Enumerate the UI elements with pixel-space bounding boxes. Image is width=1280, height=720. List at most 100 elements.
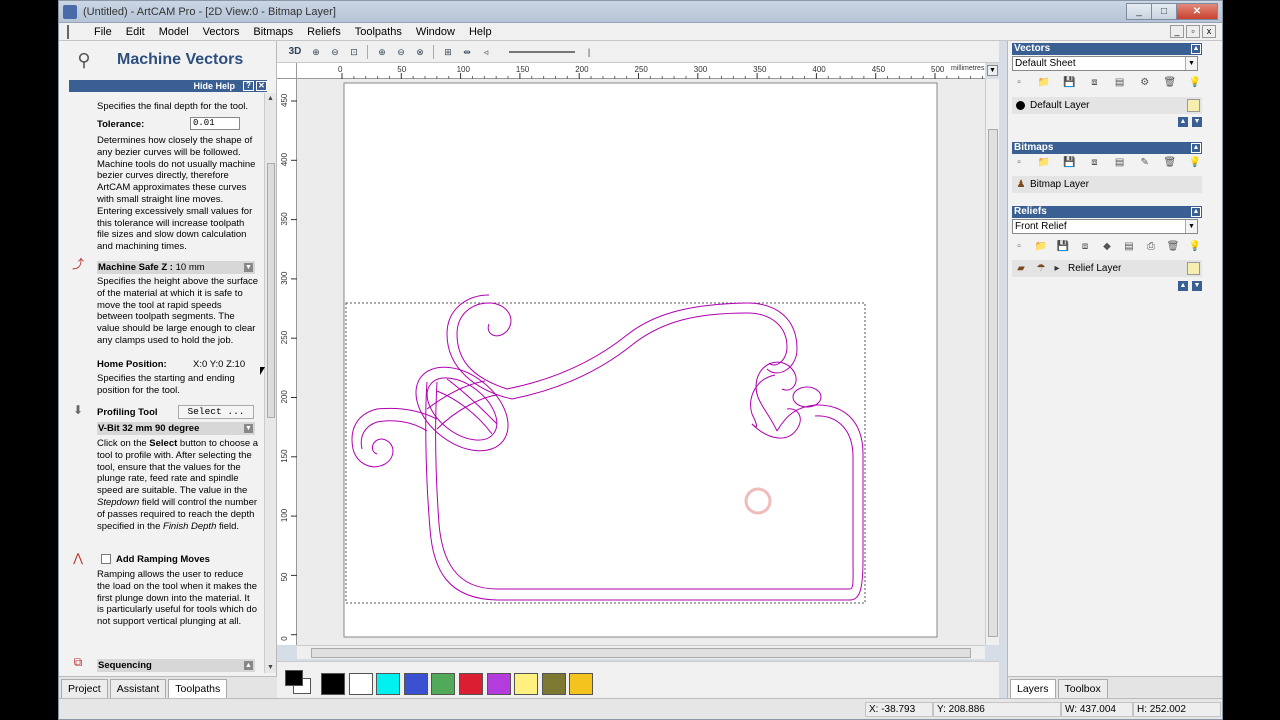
color-swatch[interactable]: [321, 673, 345, 695]
move-icon[interactable]: ⇹: [459, 44, 475, 60]
design-canvas[interactable]: [297, 79, 985, 645]
mdi-close-button[interactable]: x: [1202, 25, 1216, 38]
bitmap-properties-icon[interactable]: ▤: [1113, 156, 1127, 170]
relief-layer-light-icon[interactable]: [1187, 262, 1200, 275]
expand-arrow-icon[interactable]: ▸: [1050, 262, 1064, 275]
zoom-box-icon[interactable]: ⊡: [346, 44, 362, 60]
bitmaps-collapse-icon[interactable]: ▲: [1191, 143, 1201, 153]
layer-properties-icon[interactable]: ▤: [1113, 76, 1127, 90]
new-relief-layer-icon[interactable]: ▫: [1012, 240, 1026, 254]
delete-relief-icon[interactable]: 🗑: [1166, 240, 1180, 254]
layer-visibility-icon[interactable]: [1016, 101, 1025, 110]
menu-model[interactable]: Model: [152, 26, 196, 38]
select-tool-button[interactable]: Select ...: [178, 405, 254, 419]
menu-help[interactable]: Help: [462, 26, 499, 38]
mdi-minimize-button[interactable]: _: [1170, 25, 1184, 38]
menu-window[interactable]: Window: [409, 26, 462, 38]
tool-name-section[interactable]: V-Bit 32 mm 90 degree ▼: [97, 422, 255, 435]
minimize-button[interactable]: _: [1126, 3, 1152, 20]
view-slider[interactable]: [509, 50, 575, 53]
open-relief-icon[interactable]: 📁: [1034, 240, 1048, 254]
tolerance-input[interactable]: 0.01: [190, 117, 240, 130]
color-swatch[interactable]: [403, 673, 428, 695]
menu-edit[interactable]: Edit: [119, 26, 152, 38]
save-layer-icon[interactable]: 💾: [1062, 76, 1076, 90]
zoom-previous-icon[interactable]: ⊖: [393, 44, 409, 60]
snap-grid-icon[interactable]: ⊞: [440, 44, 456, 60]
color-swatch[interactable]: [569, 673, 594, 695]
save-relief-icon[interactable]: 💾: [1056, 240, 1070, 254]
color-swatch[interactable]: [514, 673, 539, 695]
layer-attach-icon[interactable]: ⚙: [1138, 76, 1152, 90]
color-swatch[interactable]: [431, 673, 456, 695]
view-3d-button[interactable]: 3D: [285, 44, 305, 60]
mdi-restore-button[interactable]: ▫: [1186, 25, 1200, 38]
menu-toolpaths[interactable]: Toolpaths: [348, 26, 409, 38]
tab-toolbox[interactable]: Toolbox: [1057, 679, 1108, 698]
scroll-thumb[interactable]: [267, 163, 275, 418]
help-close-button[interactable]: ✕: [256, 81, 267, 91]
open-layer-icon[interactable]: 📁: [1037, 76, 1051, 90]
relief-properties-icon[interactable]: ▤: [1122, 240, 1136, 254]
vector-sheet-arrow-icon[interactable]: ▼: [1185, 57, 1197, 70]
bitmap-light-icon[interactable]: 💡: [1188, 156, 1202, 170]
zoom-out-icon[interactable]: ⊖: [327, 44, 343, 60]
merge-layer-icon[interactable]: ⧈: [1087, 76, 1101, 90]
menu-vectors[interactable]: Vectors: [196, 26, 247, 38]
bitmap-merge-icon[interactable]: ⧈: [1087, 156, 1101, 170]
color-swatch[interactable]: [348, 673, 373, 695]
units-dropdown-icon[interactable]: ▼: [987, 65, 998, 76]
zoom-fit-icon[interactable]: ⊕: [374, 44, 390, 60]
menu-file[interactable]: File: [87, 26, 119, 38]
add-ramping-checkbox[interactable]: [101, 554, 111, 564]
bitmap-layer-row[interactable]: ♟ Bitmap Layer: [1012, 176, 1202, 193]
default-layer-row[interactable]: Default Layer: [1012, 97, 1202, 114]
light-layer-icon[interactable]: 💡: [1188, 76, 1202, 90]
relief-arrow-icon[interactable]: ▼: [1185, 220, 1197, 233]
delete-layer-icon[interactable]: 🗑: [1163, 76, 1177, 90]
move-relief-up-icon[interactable]: ▲: [1178, 281, 1188, 291]
sequencing-section[interactable]: Sequencing ▲: [97, 659, 255, 672]
relief-layer-settings-icon[interactable]: ☂: [1034, 262, 1048, 275]
tool-dropdown-icon[interactable]: ▼: [244, 424, 253, 433]
relief-select[interactable]: Front Relief ▼: [1012, 219, 1198, 234]
move-layer-down-icon[interactable]: ▼: [1192, 117, 1202, 127]
zoom-in-icon[interactable]: ⊕: [308, 44, 324, 60]
maximize-button[interactable]: □: [1151, 3, 1177, 20]
menu-bitmaps[interactable]: Bitmaps: [246, 26, 300, 38]
scroll-up-icon[interactable]: ▲: [267, 95, 274, 102]
vector-sheet-select[interactable]: Default Sheet ▼: [1012, 56, 1198, 71]
relief-layer-row[interactable]: ▰ ☂ ▸ Relief Layer: [1012, 260, 1202, 277]
safe-z-dropdown-icon[interactable]: ▼: [244, 263, 253, 272]
close-button[interactable]: ✕: [1176, 3, 1218, 20]
vertical-scroll-thumb[interactable]: [988, 129, 998, 637]
foreground-color-swatch[interactable]: [285, 670, 303, 686]
relief-light-icon[interactable]: 💡: [1188, 240, 1202, 254]
hide-help-link[interactable]: Hide Help: [193, 81, 235, 91]
move-layer-up-icon[interactable]: ▲: [1178, 117, 1188, 127]
layer-lock-icon[interactable]: [1187, 99, 1200, 112]
slider-handle-icon[interactable]: |: [581, 44, 597, 60]
reliefs-collapse-icon[interactable]: ▲: [1191, 207, 1201, 217]
safe-z-section[interactable]: Machine Safe Z : 10 mm ▼: [97, 261, 255, 274]
current-colors[interactable]: [285, 670, 315, 696]
tab-layers[interactable]: Layers: [1010, 679, 1056, 698]
new-layer-icon[interactable]: ▫: [1012, 76, 1026, 90]
zoom-selection-icon[interactable]: ⊗: [412, 44, 428, 60]
new-bitmap-layer-icon[interactable]: ▫: [1012, 156, 1026, 170]
horizontal-scroll-thumb[interactable]: [311, 648, 971, 658]
save-bitmap-icon[interactable]: 💾: [1062, 156, 1076, 170]
relief-print-icon[interactable]: ⎙: [1144, 240, 1158, 254]
document-icon[interactable]: [67, 24, 81, 39]
move-relief-down-icon[interactable]: ▼: [1192, 281, 1202, 291]
color-swatch[interactable]: [486, 673, 511, 695]
canvas-horizontal-scrollbar[interactable]: [297, 645, 985, 659]
relief-combine-icon[interactable]: ◆: [1100, 240, 1114, 254]
tab-assistant[interactable]: Assistant: [109, 679, 167, 698]
canvas-vertical-scrollbar[interactable]: [985, 79, 999, 645]
bitmap-paint-icon[interactable]: ✎: [1138, 156, 1152, 170]
assistant-scrollbar[interactable]: ▲ ▼: [264, 93, 276, 673]
color-swatch[interactable]: [541, 673, 566, 695]
relief-merge-icon[interactable]: ⧈: [1078, 240, 1092, 254]
tab-project[interactable]: Project: [61, 679, 108, 698]
